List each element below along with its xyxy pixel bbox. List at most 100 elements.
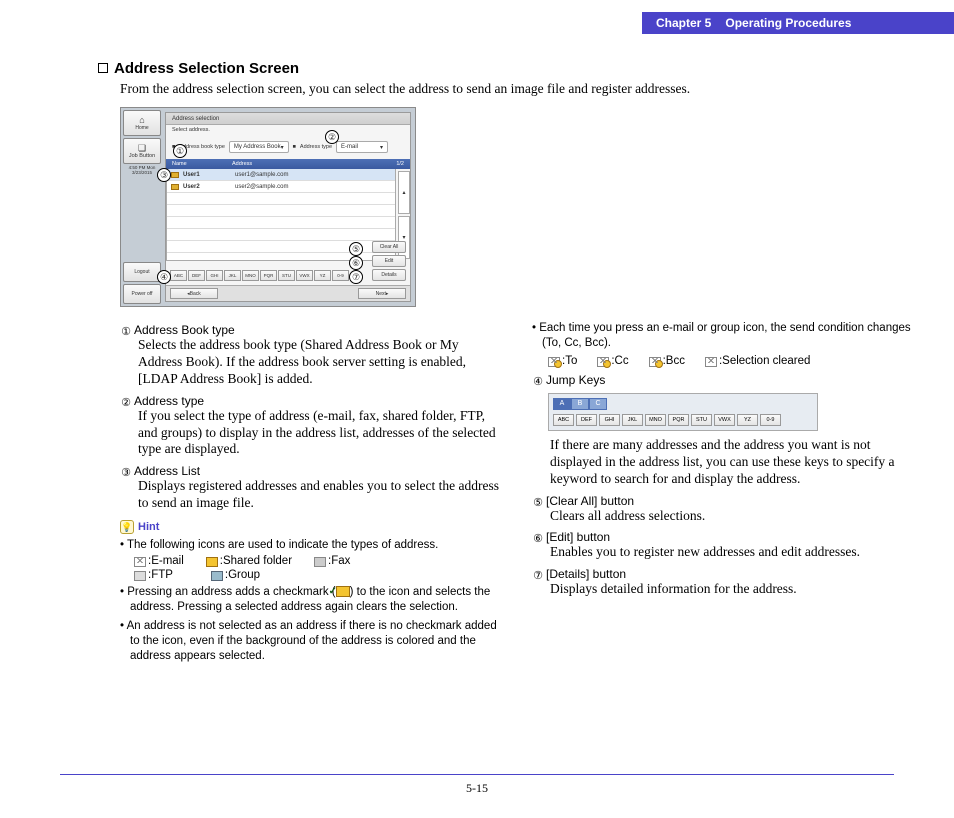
jump-key[interactable]: ABC	[553, 414, 574, 426]
jump-key[interactable]: STU	[278, 270, 295, 281]
send-condition-bullet: Each time you press an e-mail or group i…	[532, 321, 914, 351]
jump-key[interactable]: 0-9	[760, 414, 781, 426]
section-intro: From the address selection screen, you c…	[120, 81, 914, 97]
back-button[interactable]: ◂ Back	[170, 288, 218, 299]
icon-legend-row-2: :FTP :Group	[134, 569, 502, 581]
item-3-body: Displays registered addresses and enable…	[138, 478, 502, 512]
item-7-body: Displays detailed information for the ad…	[550, 581, 914, 598]
job-icon: ❏	[138, 144, 146, 153]
hint-block: 💡 Hint	[120, 520, 502, 534]
jump-tab[interactable]: B	[571, 398, 589, 410]
poweroff-button[interactable]: Power off	[123, 284, 161, 304]
email-icon	[134, 557, 146, 567]
edit-button[interactable]: Edit	[372, 255, 406, 267]
jump-key[interactable]: PQR	[668, 414, 689, 426]
page-number: 5-15	[466, 781, 488, 795]
group-icon	[211, 571, 223, 581]
chevron-down-icon: ▾	[281, 144, 284, 151]
jump-tab[interactable]: A	[553, 398, 571, 410]
jump-key[interactable]: GHI	[206, 270, 223, 281]
fax-icon	[314, 557, 326, 567]
item-5-body: Clears all address selections.	[550, 508, 914, 525]
page-footer: 5-15	[60, 774, 894, 796]
hint-bullet-1: The following icons are used to indicate…	[120, 538, 502, 553]
hint-label: Hint	[138, 521, 159, 533]
item-1-heading: ①Address Book type	[120, 323, 502, 337]
callout-5: ⑤	[349, 242, 363, 256]
next-button[interactable]: Next ▸	[358, 288, 406, 299]
jump-key[interactable]: VWX	[296, 270, 313, 281]
scroll-up-icon[interactable]: ▴	[398, 171, 410, 214]
callout-4: ④	[157, 270, 171, 284]
jump-key[interactable]: JKL	[622, 414, 643, 426]
table-header: Name Address 1/2	[166, 159, 410, 169]
hint-bulb-icon: 💡	[120, 520, 134, 534]
jump-key[interactable]: DEF	[576, 414, 597, 426]
callout-7: ⑦	[349, 270, 363, 284]
jump-key[interactable]: VWX	[714, 414, 735, 426]
jump-key[interactable]: YZ	[314, 270, 331, 281]
jump-keys-image: A B C ABC DEF GHI JKL MNO PQR STU VWX YZ…	[548, 393, 818, 431]
table-row[interactable]	[167, 229, 395, 241]
item-6-body: Enables you to register new addresses an…	[550, 544, 914, 561]
jump-key[interactable]: MNO	[645, 414, 666, 426]
jump-key[interactable]: JKL	[224, 270, 241, 281]
mail-icon	[171, 172, 179, 178]
checkmark-icon	[336, 586, 350, 597]
clock-display: 4:50 PM Mon 3/23/2015	[123, 166, 161, 176]
clear-all-button[interactable]: Clear All	[372, 241, 406, 253]
section-title: Address Selection Screen	[98, 60, 914, 77]
hint-bullet-3: An address is not selected as an address…	[120, 619, 502, 664]
chapter-number: Chapter 5	[656, 16, 711, 30]
send-condition-icons: :To :Cc :Bcc :Selection cleared	[548, 355, 914, 367]
table-row[interactable]	[167, 205, 395, 217]
table-row[interactable]: User2user2@sample.com	[167, 181, 395, 193]
table-row[interactable]: User1user1@sample.com	[167, 169, 395, 181]
jump-key[interactable]: 0-9	[332, 270, 349, 281]
logout-button[interactable]: Logout	[123, 262, 161, 282]
jump-key[interactable]: ABC	[170, 270, 187, 281]
home-icon: ⌂	[139, 116, 144, 125]
details-button[interactable]: Details	[372, 269, 406, 281]
item-5-heading: ⑤[Clear All] button	[532, 494, 914, 508]
icon-legend-row-1: :E-mail :Shared folder :Fax	[134, 555, 502, 567]
selection-cleared-icon	[705, 357, 717, 367]
shared-folder-icon	[206, 557, 218, 567]
callout-2: ②	[325, 130, 339, 144]
jump-key[interactable]: PQR	[260, 270, 277, 281]
chapter-title: Operating Procedures	[725, 16, 851, 30]
jump-key[interactable]: GHI	[599, 414, 620, 426]
jump-key[interactable]: MNO	[242, 270, 259, 281]
jump-key[interactable]: YZ	[737, 414, 758, 426]
job-button[interactable]: ❏Job Button	[123, 138, 161, 164]
callout-1: ①	[173, 144, 187, 158]
jump-key-row: ABC DEF GHI JKL MNO PQR STU VWX YZ 0-9	[170, 270, 349, 281]
jump-key[interactable]: STU	[691, 414, 712, 426]
address-type-dropdown[interactable]: E-mail▾	[336, 141, 388, 153]
cc-icon	[597, 357, 609, 367]
table-row[interactable]	[167, 193, 395, 205]
home-button[interactable]: ⌂Home	[123, 110, 161, 136]
to-icon	[548, 357, 560, 367]
checkbox-bullet-icon	[98, 63, 108, 73]
right-column: Each time you press an e-mail or group i…	[532, 317, 914, 664]
item-4-heading: ④Jump Keys	[532, 373, 914, 387]
chapter-header: Chapter 5 Operating Procedures	[642, 12, 954, 34]
item-7-heading: ⑦[Details] button	[532, 567, 914, 581]
callout-6: ⑥	[349, 256, 363, 270]
item-1-body: Selects the address book type (Shared Ad…	[138, 337, 502, 388]
item-3-heading: ③Address List	[120, 464, 502, 478]
jump-key[interactable]: DEF	[188, 270, 205, 281]
ftp-icon	[134, 571, 146, 581]
left-column: ①Address Book type Selects the address b…	[120, 317, 502, 664]
screenshot-mock: ⌂Home ❏Job Button 4:50 PM Mon 3/23/2015 …	[120, 107, 416, 307]
address-book-type-dropdown[interactable]: My Address Book▾	[229, 141, 289, 153]
panel-footer: ◂ Back Next ▸	[166, 285, 410, 301]
table-row[interactable]	[167, 217, 395, 229]
item-2-body: If you select the type of address (e-mai…	[138, 408, 502, 459]
callout-3: ③	[157, 168, 171, 182]
jump-tab[interactable]: C	[589, 398, 607, 410]
screenshot-panel: Address selection Select address. ■ Addr…	[165, 112, 411, 302]
panel-title: Address selection	[166, 113, 410, 125]
item-4-body: If there are many addresses and the addr…	[550, 437, 914, 488]
